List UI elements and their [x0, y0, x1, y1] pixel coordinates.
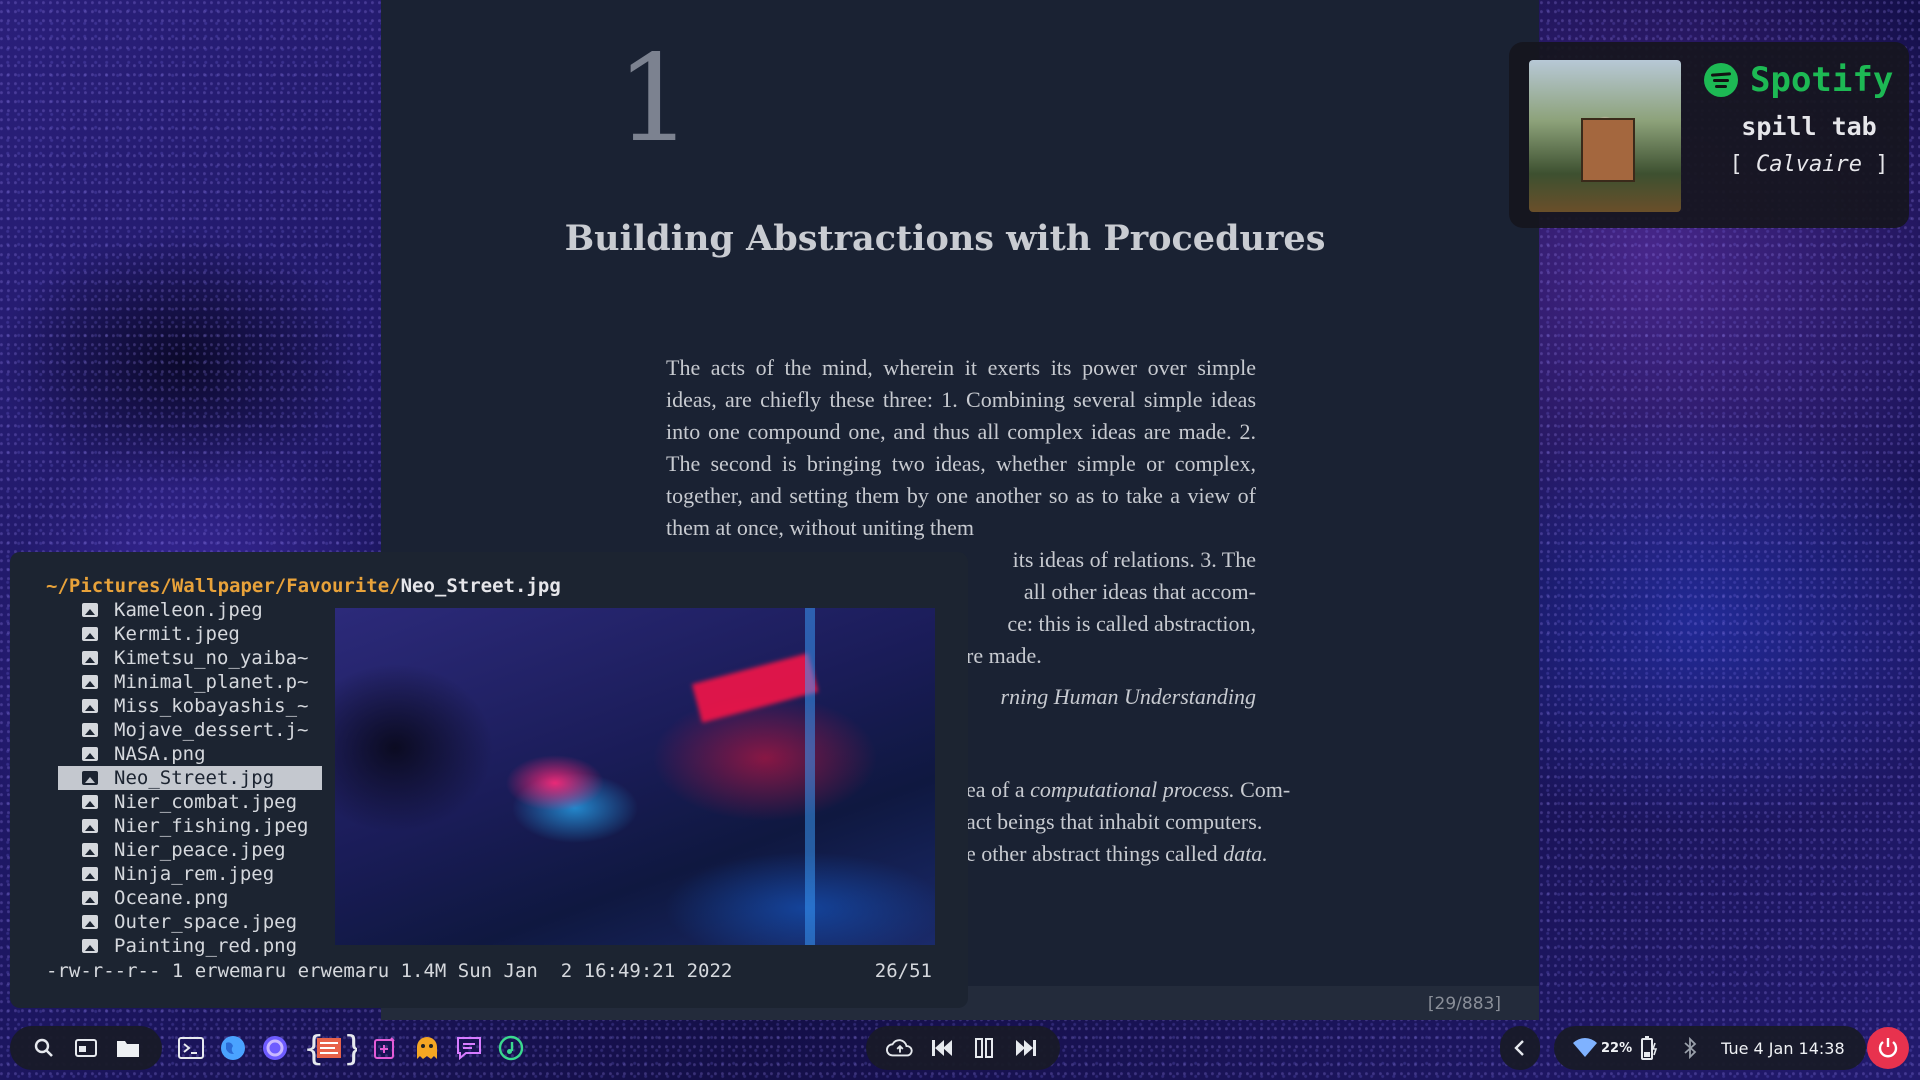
epigraph-text: The acts of the mind, wherein it exerts … — [666, 355, 1256, 540]
firefox-icon[interactable] — [261, 1034, 289, 1062]
current-path: ~/Pictures/Wallpaper/Favourite/Neo_Stree… — [46, 575, 561, 597]
image-file-icon — [82, 651, 98, 665]
wifi-icon[interactable] — [1571, 1034, 1599, 1062]
code-editor-icon[interactable]: {} — [303, 1030, 357, 1066]
file-info: -rw-r--r-- 1 erwemaru erwemaru 1.4M Sun … — [46, 960, 733, 982]
file-item[interactable]: Kermit.jpeg — [58, 622, 322, 646]
chevron-left-icon[interactable] — [1507, 1034, 1533, 1062]
image-file-icon — [82, 819, 98, 833]
image-file-icon — [82, 843, 98, 857]
image-file-icon — [82, 603, 98, 617]
image-preview — [335, 608, 935, 945]
album-art — [1529, 60, 1681, 212]
file-item[interactable]: Kimetsu_no_yaiba~ — [58, 646, 322, 670]
terminal-icon[interactable] — [177, 1034, 205, 1062]
window-icon[interactable] — [72, 1034, 100, 1062]
chat-icon[interactable] — [455, 1034, 483, 1062]
file-item-selected[interactable]: Neo_Street.jpg — [58, 766, 322, 790]
app-dock: {} — [170, 1026, 532, 1070]
ranger-statusline: -rw-r--r-- 1 erwemaru erwemaru 1.4M Sun … — [46, 960, 932, 982]
page-counter: [29/883] — [1427, 994, 1501, 1014]
image-file-icon — [82, 795, 98, 809]
spotify-brand: Spotify — [1704, 60, 1893, 100]
chapter-title: Building Abstractions with Procedures — [564, 218, 1326, 259]
notes-icon[interactable] — [371, 1034, 399, 1062]
battery-percentage: 22% — [1601, 1040, 1633, 1056]
image-file-icon — [82, 699, 98, 713]
bluetooth-icon[interactable] — [1676, 1034, 1704, 1062]
file-item[interactable]: Miss_kobayashis_~ — [58, 694, 322, 718]
file-item[interactable]: Ninja_rem.jpeg — [58, 862, 322, 886]
cloud-icon[interactable] — [886, 1034, 914, 1062]
image-file-icon — [82, 939, 98, 953]
file-list: Kameleon.jpeg Kermit.jpeg Kimetsu_no_yai… — [58, 598, 322, 958]
file-item[interactable]: Outer_space.jpeg — [58, 910, 322, 934]
image-file-icon — [82, 747, 98, 761]
image-file-icon — [82, 867, 98, 881]
file-item[interactable]: Painting_red.png — [58, 934, 322, 958]
file-item[interactable]: Kameleon.jpeg — [58, 598, 322, 622]
ranger-terminal-window[interactable]: ~/Pictures/Wallpaper/Favourite/Neo_Stree… — [10, 552, 968, 1008]
file-item[interactable]: Nier_peace.jpeg — [58, 838, 322, 862]
media-controls — [866, 1026, 1060, 1070]
next-icon[interactable] — [1012, 1034, 1040, 1062]
file-position: 26/51 — [874, 960, 932, 982]
chapter-number: 1 — [616, 30, 693, 169]
file-item[interactable]: NASA.png — [58, 742, 322, 766]
file-item[interactable]: Minimal_planet.p~ — [58, 670, 322, 694]
previous-icon[interactable] — [928, 1034, 956, 1062]
spotify-label: Spotify — [1750, 60, 1894, 100]
power-button[interactable] — [1867, 1027, 1909, 1069]
svg-text:}: } — [343, 1030, 357, 1066]
image-file-icon — [82, 891, 98, 905]
path-directory: ~/Pictures/Wallpaper/Favourite/ — [46, 575, 401, 597]
file-item[interactable]: Nier_combat.jpeg — [58, 790, 322, 814]
browser-icon[interactable] — [219, 1034, 247, 1062]
file-item[interactable]: Nier_fishing.jpeg — [58, 814, 322, 838]
track-title: spill tab — [1741, 112, 1877, 141]
ghost-icon[interactable] — [413, 1034, 441, 1062]
power-icon — [1878, 1038, 1898, 1058]
image-file-icon — [82, 723, 98, 737]
search-icon[interactable] — [30, 1034, 58, 1062]
folder-icon[interactable] — [114, 1034, 142, 1062]
launcher-bar — [10, 1026, 162, 1070]
track-artist: [ Calvaire ] — [1729, 152, 1889, 177]
file-item[interactable]: Mojave_dessert.j~ — [58, 718, 322, 742]
path-filename: Neo_Street.jpg — [400, 575, 561, 597]
image-file-icon — [82, 771, 98, 785]
tray-expander[interactable] — [1500, 1026, 1540, 1070]
pause-icon[interactable] — [970, 1034, 998, 1062]
battery-icon[interactable] — [1634, 1034, 1662, 1062]
image-file-icon — [82, 675, 98, 689]
spotify-widget[interactable]: Spotify spill tab [ Calvaire ] — [1509, 42, 1909, 228]
clock[interactable]: Tue 4 Jan 14:38 — [1721, 1039, 1845, 1058]
image-file-icon — [82, 915, 98, 929]
file-item[interactable]: Oceane.png — [58, 886, 322, 910]
system-tray: 22% Tue 4 Jan 14:38 — [1554, 1026, 1866, 1070]
image-file-icon — [82, 627, 98, 641]
music-icon[interactable] — [497, 1034, 525, 1062]
spotify-icon — [1704, 63, 1738, 97]
